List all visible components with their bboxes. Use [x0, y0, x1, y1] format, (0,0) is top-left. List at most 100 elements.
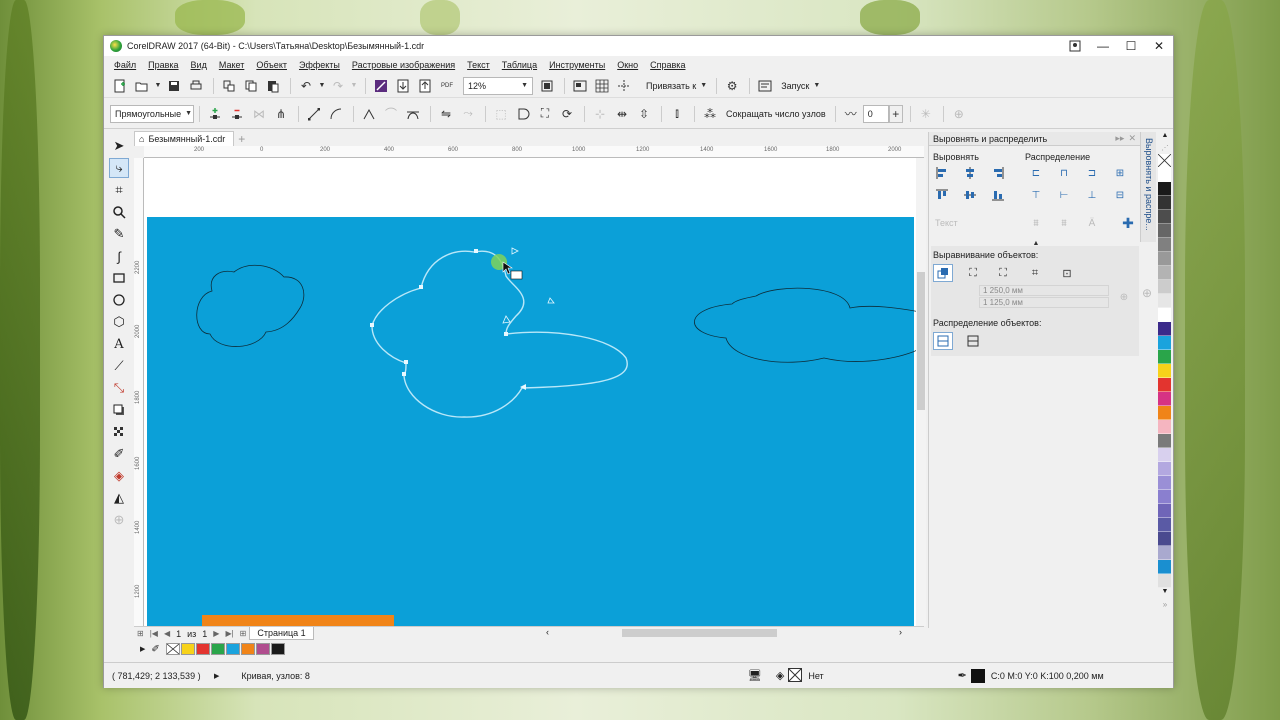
smooth-node-icon[interactable]: ⌒ — [381, 104, 401, 124]
text-align-first-line-icon[interactable]: ⩩ — [1029, 216, 1043, 230]
align-to-active-object-icon[interactable] — [933, 264, 953, 282]
palette-color-swatch[interactable] — [1158, 210, 1171, 224]
vertical-scrollbar-thumb[interactable] — [917, 272, 925, 410]
add-node-icon[interactable] — [205, 104, 225, 124]
curve-node[interactable] — [402, 372, 406, 376]
close-curve-icon[interactable] — [513, 104, 533, 124]
eyedropper-tool-icon[interactable]: ✐ — [109, 444, 129, 464]
zoom-tool-icon[interactable] — [109, 202, 129, 222]
eyedropper-icon[interactable]: ✐ — [151, 644, 159, 655]
cusp-node-icon[interactable] — [359, 104, 379, 124]
menu-object[interactable]: Объект — [256, 60, 287, 70]
cut-icon[interactable] — [219, 76, 239, 96]
save-icon[interactable] — [164, 76, 184, 96]
close-button[interactable]: ✕ — [1145, 36, 1173, 56]
palette-color-swatch[interactable] — [1158, 280, 1171, 294]
smart-fill-icon[interactable]: ◭ — [109, 488, 129, 508]
rectangle-tool-icon[interactable] — [109, 268, 129, 288]
palette-color-swatch[interactable] — [1158, 168, 1171, 182]
distribute-spacing-v-icon[interactable]: ⊟ — [1113, 188, 1127, 202]
curve-node[interactable] — [404, 360, 408, 364]
align-to-page-center-icon[interactable]: ⛶ — [993, 264, 1013, 282]
distribute-center-v-icon[interactable]: ⊢ — [1057, 188, 1071, 202]
menu-help[interactable]: Справка — [650, 60, 685, 70]
palette-color-swatch[interactable] — [1158, 294, 1171, 308]
paste-icon[interactable] — [263, 76, 283, 96]
plus-icon[interactable]: + — [888, 104, 903, 123]
extend-curve-icon[interactable]: ⤳ — [458, 104, 478, 124]
align-left-icon[interactable] — [935, 166, 949, 180]
distribute-bottom-icon[interactable]: ⊥ — [1085, 188, 1099, 202]
guidelines-icon[interactable] — [614, 76, 634, 96]
snap-to-dropdown[interactable]: Привязать к ▼ — [642, 77, 711, 95]
convert-to-line-icon[interactable] — [304, 104, 324, 124]
curve-node[interactable] — [419, 285, 423, 289]
horizontal-scrollbar[interactable]: ‹ › — [544, 627, 904, 638]
distribute-top-icon[interactable]: ⊤ — [1029, 188, 1043, 202]
interactive-fill-icon[interactable]: ◈ — [109, 466, 129, 486]
palette-color-swatch[interactable] — [1158, 266, 1171, 280]
text-tool-icon[interactable]: A — [109, 334, 129, 354]
shape-tool-icon[interactable]: ⤷ — [109, 158, 129, 178]
gear-icon[interactable]: ⚙ — [722, 76, 742, 96]
drawing-page[interactable] — [144, 158, 916, 626]
print-icon[interactable] — [186, 76, 206, 96]
transparency-tool-icon[interactable] — [109, 422, 129, 442]
crop-tool-icon[interactable]: ⌗ — [109, 180, 129, 200]
palette-color-swatch[interactable] — [1158, 336, 1171, 350]
corner-node-icon[interactable]: ✳ — [916, 104, 936, 124]
position-y-field[interactable]: 1 125,0 мм — [979, 297, 1109, 308]
side-tab-add-icon[interactable]: ⊕ — [1142, 286, 1152, 300]
freehand-tool-icon[interactable]: ✎ — [109, 224, 129, 244]
grid-icon[interactable] — [592, 76, 612, 96]
color-swatch[interactable] — [195, 643, 210, 655]
palette-color-swatch[interactable] — [1158, 406, 1171, 420]
palette-color-swatch[interactable] — [1158, 224, 1171, 238]
launcher-icon[interactable] — [755, 76, 775, 96]
color-swatch[interactable] — [255, 643, 270, 655]
menu-window[interactable]: Окно — [617, 60, 638, 70]
color-swatch[interactable] — [240, 643, 255, 655]
palette-expand-icon[interactable]: » — [1158, 600, 1172, 612]
menu-effects[interactable]: Эффекты — [299, 60, 340, 70]
distribute-left-icon[interactable]: ⊏ — [1029, 166, 1043, 180]
new-document-icon[interactable] — [110, 76, 130, 96]
rotate-nodes-icon[interactable]: ⟳ — [557, 104, 577, 124]
palette-color-swatch[interactable] — [1158, 420, 1171, 434]
open-folder-icon[interactable] — [132, 76, 152, 96]
undo-icon[interactable]: ↶ — [296, 76, 316, 96]
first-page-icon[interactable]: |◀ — [150, 629, 158, 638]
palette-color-swatch[interactable] — [1158, 476, 1171, 490]
publish-pdf-icon[interactable]: PDF — [437, 76, 457, 96]
last-page-icon[interactable]: ▶| — [225, 629, 233, 638]
palette-color-swatch[interactable] — [1158, 448, 1171, 462]
menu-text[interactable]: Текст — [467, 60, 490, 70]
palette-color-swatch[interactable] — [1158, 238, 1171, 252]
curve-node[interactable] — [370, 323, 374, 327]
menu-bitmaps[interactable]: Растровые изображения — [352, 60, 455, 70]
no-color-swatch[interactable] — [1158, 154, 1171, 168]
add-tool-icon[interactable]: ⊕ — [109, 510, 129, 530]
dropdown-arrow-icon[interactable]: ▼ — [154, 76, 162, 96]
align-nodes-icon[interactable]: ⊹ — [590, 104, 610, 124]
text-align-baseline-icon[interactable]: Ä — [1085, 216, 1099, 230]
mirror-vertical-icon[interactable]: ⇳ — [634, 104, 654, 124]
pick-tool-icon[interactable]: ➤ — [109, 136, 129, 156]
reverse-direction-icon[interactable]: ⇋ — [436, 104, 456, 124]
elastic-mode-icon[interactable]: ⫾ — [667, 104, 687, 124]
no-color-swatch[interactable] — [165, 643, 180, 655]
connector-tool-icon[interactable]: ⤡ — [109, 378, 129, 398]
zoom-level-combo[interactable]: 12% ▼ — [463, 76, 533, 95]
redo-dropdown-icon[interactable]: ▼ — [350, 76, 358, 96]
text-align-last-line-icon[interactable]: ⩩ — [1057, 216, 1071, 230]
align-to-page-edge-icon[interactable]: ⛶ — [963, 264, 983, 282]
next-page-icon[interactable]: ▶ — [213, 629, 219, 638]
palette-color-swatch[interactable] — [1158, 546, 1171, 560]
menu-tools[interactable]: Инструменты — [549, 60, 605, 70]
artistic-media-icon[interactable]: ∫ — [109, 246, 129, 266]
distribute-spacing-h-icon[interactable]: ⊞ — [1113, 166, 1127, 180]
menu-table[interactable]: Таблица — [502, 60, 537, 70]
page-tab[interactable]: Страница 1 — [249, 627, 314, 640]
align-top-icon[interactable] — [935, 188, 949, 202]
distribute-right-icon[interactable]: ⊐ — [1085, 166, 1099, 180]
